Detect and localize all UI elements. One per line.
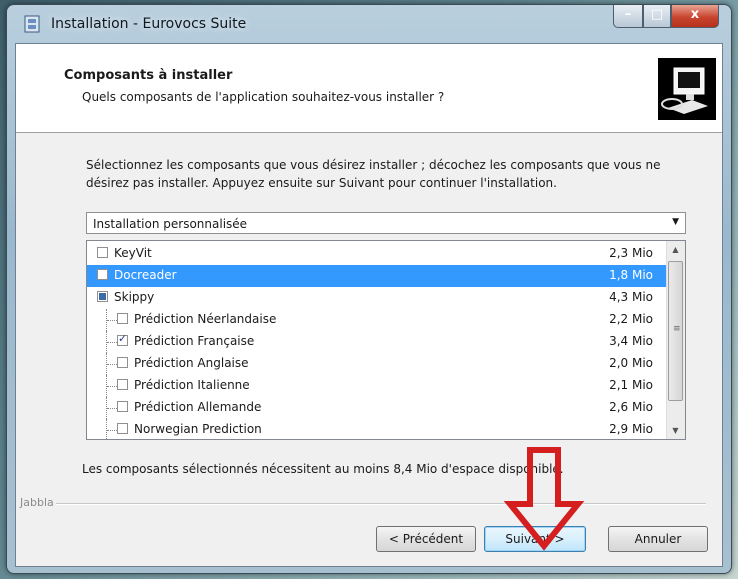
component-size: 2,9 Mio — [609, 422, 653, 436]
component-label: Prédiction Allemande — [134, 400, 262, 414]
component-checkbox[interactable] — [117, 423, 128, 434]
wizard-page: Composants à installer Quels composants … — [15, 43, 723, 567]
checkmark-icon: ✓ — [118, 332, 128, 345]
computer-install-icon — [658, 58, 716, 120]
component-size: 3,4 Mio — [609, 334, 653, 348]
divider — [56, 503, 706, 505]
component-checkbox[interactable] — [97, 247, 108, 258]
list-item[interactable]: Prédiction Italienne 2,1 Mio — [87, 375, 667, 397]
list-item[interactable]: Prédiction Néerlandaise 2,2 Mio — [87, 309, 667, 331]
component-checkbox[interactable] — [97, 291, 108, 302]
component-label: KeyVit — [114, 246, 152, 260]
component-size: 2,1 Mio — [609, 378, 653, 392]
window-title: Installation - Eurovocs Suite — [51, 16, 247, 32]
disk-space-note: Les composants sélectionnés nécessitent … — [82, 462, 564, 476]
components-list[interactable]: Norwegian Prediction 2,9 Mio Prédiction Al… — [86, 240, 686, 440]
page-subtitle: Quels composants de l'application souhai… — [82, 90, 445, 104]
component-size: 2,3 Mio — [609, 246, 653, 260]
component-label: Docreader — [114, 268, 177, 282]
scroll-up-icon[interactable]: ▲ — [667, 241, 684, 258]
list-item[interactable]: Skippy 4,3 Mio — [87, 287, 667, 309]
instructions-text: Sélectionnez les composants que vous dés… — [86, 158, 661, 190]
tree-connector — [106, 375, 117, 397]
list-item[interactable]: KeyVit 2,3 Mio — [87, 243, 667, 265]
wizard-header: Composants à installer Quels composants … — [16, 44, 722, 133]
component-checkbox[interactable] — [117, 357, 128, 368]
component-checkbox[interactable]: ✓ — [117, 332, 128, 346]
component-label: Prédiction Française — [134, 334, 255, 348]
maximize-button[interactable]: □ — [643, 5, 671, 28]
install-type-dropdown[interactable]: Installation personnalisée ▼ — [86, 212, 686, 234]
page-title: Composants à installer — [64, 68, 233, 83]
brand-label: Jabbla — [20, 496, 54, 509]
component-label: Prédiction Italienne — [134, 378, 250, 392]
list-item[interactable]: ✓ Prédiction Française 3,4 Mio — [87, 331, 667, 353]
component-size: 4,3 Mio — [609, 290, 653, 304]
installer-window: Installation - Eurovocs Suite – □ x Comp… — [6, 4, 732, 574]
list-item[interactable]: Prédiction Allemande 2,6 Mio — [87, 397, 667, 419]
list-item[interactable]: Norwegian Prediction 2,9 Mio — [87, 419, 667, 439]
component-size: 2,6 Mio — [609, 400, 653, 414]
component-checkbox[interactable] — [117, 313, 128, 324]
scroll-down-icon[interactable]: ▼ — [667, 422, 684, 439]
minimize-button[interactable]: – — [613, 5, 643, 28]
component-size: 1,8 Mio — [609, 268, 653, 282]
component-checkbox[interactable] — [117, 379, 128, 390]
list-item[interactable]: Prédiction Anglaise 2,0 Mio — [87, 353, 667, 375]
tree-connector — [106, 353, 117, 375]
annotation-arrow-icon — [504, 447, 584, 551]
component-label: Norwegian Prediction — [134, 422, 262, 436]
scrollbar-thumb[interactable]: ≡ — [668, 261, 683, 401]
title-bar[interactable]: Installation - Eurovocs Suite – □ x — [7, 5, 731, 43]
component-label: Skippy — [114, 290, 155, 304]
list-item[interactable]: Docreader 1,8 Mio — [87, 265, 667, 287]
cancel-button[interactable]: Annuler — [608, 526, 708, 552]
list-scrollbar[interactable]: ▲ ≡ ▼ — [666, 241, 685, 439]
component-checkbox[interactable] — [97, 269, 108, 280]
chevron-down-icon[interactable]: ▼ — [672, 217, 679, 227]
tree-connector — [106, 419, 117, 439]
component-label: Prédiction Néerlandaise — [134, 312, 277, 326]
tree-connector — [106, 397, 117, 419]
close-button[interactable]: x — [671, 5, 719, 28]
component-label: Prédiction Anglaise — [134, 356, 249, 370]
tree-connector — [106, 309, 117, 331]
component-size: 2,2 Mio — [609, 312, 653, 326]
installer-app-icon — [24, 15, 40, 33]
component-checkbox[interactable] — [117, 401, 128, 412]
grip-icon: ≡ — [673, 324, 681, 334]
install-type-value: Installation personnalisée — [93, 217, 248, 231]
back-button[interactable]: < Précédent — [376, 526, 476, 552]
tree-connector — [106, 331, 117, 353]
component-size: 2,0 Mio — [609, 356, 653, 370]
